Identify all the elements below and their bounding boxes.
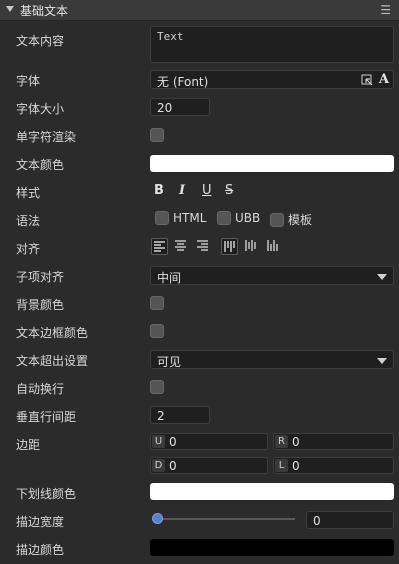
bg-color-checkbox[interactable] [150, 296, 164, 310]
collapse-triangle-icon[interactable] [6, 6, 14, 12]
menu-icon[interactable]: ☰ [380, 3, 391, 17]
syntax-ubb-option[interactable]: UBB [217, 211, 260, 225]
single-char-label: 单字符渲染 [16, 130, 77, 144]
bold-button[interactable]: B [154, 183, 164, 198]
font-value: 无 (Font) [157, 75, 209, 89]
padding-left-tag: L [275, 459, 288, 472]
align-label: 对齐 [16, 242, 41, 256]
bg-color-label: 背景颜色 [16, 298, 65, 312]
valign-bottom-icon[interactable] [265, 238, 282, 255]
html-label: HTML [173, 211, 207, 225]
chevron-down-icon [377, 358, 387, 364]
stroke-color-label: 描边颜色 [16, 543, 65, 557]
overflow-value: 可见 [157, 355, 182, 369]
underline-color-swatch[interactable] [150, 483, 394, 500]
font-style-icon[interactable]: A [379, 72, 389, 87]
section-title: 基础文本 [20, 4, 69, 18]
stroke-color-swatch[interactable] [150, 539, 394, 556]
font-size-label: 字体大小 [16, 102, 65, 116]
align-left-icon[interactable] [151, 238, 168, 255]
padding-down-value: 0 [169, 459, 177, 473]
section-header[interactable]: 基础文本 ☰ [0, 0, 399, 21]
stroke-width-slider-knob[interactable] [152, 513, 163, 524]
syntax-template-option[interactable]: 模板 [270, 211, 312, 228]
border-color-label: 文本边框颜色 [16, 326, 89, 340]
padding-up-tag: U [152, 435, 165, 448]
pick-font-icon[interactable] [361, 74, 373, 86]
align-right-icon[interactable] [195, 238, 212, 255]
padding-label: 边距 [16, 438, 41, 452]
child-align-value: 中间 [157, 271, 182, 285]
font-size-input[interactable]: 20 [150, 98, 210, 116]
stroke-width-input[interactable]: 0 [306, 511, 394, 529]
padding-left-value: 0 [292, 459, 300, 473]
align-center-icon[interactable] [173, 238, 190, 255]
padding-up-value: 0 [169, 435, 177, 449]
html-checkbox[interactable] [155, 211, 169, 225]
template-label: 模板 [288, 213, 313, 227]
strikethrough-button[interactable]: S [225, 183, 233, 198]
template-checkbox[interactable] [270, 212, 284, 227]
stroke-width-slider-track[interactable] [157, 518, 295, 520]
font-label: 字体 [16, 74, 41, 88]
overflow-dropdown[interactable]: 可见 [150, 350, 394, 369]
font-field[interactable]: 无 (Font) A [150, 70, 394, 89]
wrap-label: 自动换行 [16, 382, 65, 396]
ubb-checkbox[interactable] [217, 211, 231, 225]
underline-button[interactable]: U [202, 183, 212, 198]
border-color-checkbox[interactable] [150, 324, 164, 338]
padding-left-field[interactable]: L 0 [273, 457, 394, 474]
content-textarea[interactable]: Text [150, 26, 394, 63]
stroke-width-label: 描边宽度 [16, 515, 65, 529]
padding-up-field[interactable]: U 0 [150, 433, 268, 450]
padding-down-tag: D [152, 459, 165, 472]
padding-right-field[interactable]: R 0 [273, 433, 394, 450]
text-color-swatch[interactable] [150, 155, 394, 172]
chevron-down-icon [377, 274, 387, 280]
style-label: 样式 [16, 186, 41, 200]
valign-middle-icon[interactable] [243, 238, 260, 255]
single-char-checkbox[interactable] [150, 128, 164, 142]
wrap-checkbox[interactable] [150, 380, 164, 394]
valign-top-icon[interactable] [221, 238, 238, 255]
line-spacing-label: 垂直行间距 [16, 410, 77, 424]
syntax-html-option[interactable]: HTML [155, 211, 206, 225]
content-label: 文本内容 [16, 34, 65, 48]
padding-down-field[interactable]: D 0 [150, 457, 268, 474]
line-spacing-input[interactable]: 2 [150, 406, 210, 424]
child-align-dropdown[interactable]: 中间 [150, 266, 394, 285]
text-properties-panel: 基础文本 ☰ 文本内容 Text 字体 无 (Font) A 字体大小 20 单… [0, 0, 399, 564]
syntax-label: 语法 [16, 214, 41, 228]
padding-right-value: 0 [292, 435, 300, 449]
underline-color-label: 下划线颜色 [16, 487, 77, 501]
italic-button[interactable]: I [179, 183, 185, 198]
overflow-label: 文本超出设置 [16, 354, 89, 368]
text-color-label: 文本颜色 [16, 158, 65, 172]
ubb-label: UBB [235, 211, 261, 225]
child-align-label: 子项对齐 [16, 270, 65, 284]
padding-right-tag: R [275, 435, 288, 448]
